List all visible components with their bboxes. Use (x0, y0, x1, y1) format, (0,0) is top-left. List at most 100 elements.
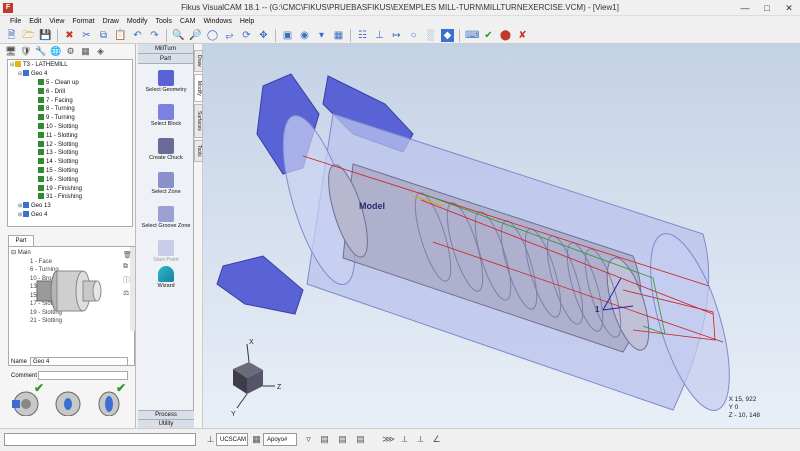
zoom-in-icon[interactable]: 🔍 (172, 29, 185, 42)
layer-icon[interactable]: ☷ (356, 29, 369, 42)
shield-icon[interactable]: 🛡 (20, 46, 31, 57)
utility-section[interactable]: Utility (138, 419, 194, 428)
menu-edit[interactable]: Edit (25, 18, 45, 25)
toolpath-view-3-icon[interactable]: ▤ (354, 433, 367, 446)
globe-icon[interactable]: 🌐 (50, 46, 61, 57)
save-icon[interactable]: 💾 (39, 29, 52, 42)
menu-view[interactable]: View (45, 18, 68, 25)
gear-icon[interactable]: ⚙ (65, 46, 76, 57)
orientation-cube[interactable]: Y Z X (231, 339, 282, 418)
copy-op-icon[interactable]: ⧉ (123, 263, 133, 271)
command-input[interactable] (4, 433, 196, 446)
menu-tools[interactable]: Tools (152, 18, 176, 25)
tree-operation-item[interactable]: 31 - Finishing (38, 193, 82, 201)
tree-operation-item[interactable]: 10 - Slotting (38, 123, 78, 131)
render-icon[interactable]: ◆ (441, 28, 454, 42)
new-file-icon[interactable]: 🗎 (5, 29, 18, 42)
support-select[interactable]: Apoyo# (263, 433, 297, 446)
tree-operation-item[interactable]: 11 - Slotting (38, 131, 78, 140)
tree-operation-item[interactable]: 12 - Slotting (38, 140, 78, 149)
tree-geo[interactable]: ⊟ Geo 4 (18, 70, 47, 78)
pan-icon[interactable]: ✥ (257, 29, 270, 42)
tab-draw[interactable]: Draw (194, 50, 203, 72)
snap-icon[interactable]: ○ (407, 29, 420, 42)
tree-operation-item[interactable]: 15 - Slotting (38, 167, 78, 175)
zoom-window-icon[interactable]: ◯ (206, 29, 219, 42)
operations-tree[interactable]: ⊟ T3 - LATHEMILL ⊟ Geo 4 5 - Clean up 6 - D… (7, 59, 133, 227)
menu-draw[interactable]: Draw (99, 18, 123, 25)
support-icon[interactable]: ▦ (250, 433, 263, 446)
view-front-icon[interactable]: ▣ (281, 29, 294, 42)
snap-angle-icon[interactable]: ∠ (430, 433, 443, 446)
menu-help[interactable]: Help (236, 18, 258, 25)
menu-format[interactable]: Format (68, 18, 98, 25)
start-point-button[interactable]: Start Point (138, 240, 194, 263)
shading-icon[interactable]: ▦ (332, 29, 345, 42)
copy-icon[interactable]: ⧉ (97, 29, 110, 42)
wizard-button[interactable]: Wizard (138, 266, 194, 289)
paste-icon[interactable]: 📋 (114, 29, 127, 42)
tree-operation-item[interactable]: 6 - Drill (38, 87, 65, 96)
cancel-cursor-icon[interactable]: ✘ (516, 29, 529, 42)
grid-icon[interactable]: ░ (424, 29, 437, 42)
maximize-button[interactable]: □ (756, 0, 778, 16)
tab-modify[interactable]: Modify (194, 74, 203, 102)
chip-icon[interactable]: ▦ (80, 46, 91, 57)
drill-tool-preview[interactable] (54, 386, 82, 416)
weight-op-icon[interactable]: ⚖ (123, 289, 133, 297)
toolpath-view-2-icon[interactable]: ▤ (336, 433, 349, 446)
view-iso-icon[interactable]: ◉ (298, 29, 311, 42)
delete-icon[interactable]: ✖ (63, 29, 76, 42)
tree-geo-4-second[interactable]: ⊞ Geo 4 (18, 211, 47, 219)
redo-icon[interactable]: ↷ (148, 29, 161, 42)
close-button[interactable]: ✕ (778, 0, 800, 16)
tree-operation-item[interactable]: 19 - Finishing (38, 184, 82, 193)
tree-operation-item[interactable]: 5 - Clean up (38, 79, 79, 87)
comment-field[interactable] (38, 371, 128, 380)
tree-operation-item[interactable]: 14 - Slotting (38, 158, 78, 166)
open-folder-icon[interactable]: 🗁 (22, 29, 35, 42)
tree-operation-item[interactable]: 16 - Slotting (38, 175, 78, 184)
tab-part[interactable]: Part (8, 235, 34, 246)
tree-operation-item[interactable]: 9 - Turning (38, 114, 75, 122)
select-groove-zone-button[interactable]: Select Groove Zone (138, 206, 194, 229)
tree-operation-item[interactable]: 7 - Facing (38, 96, 73, 105)
toolpath-view-icon[interactable]: ▤ (318, 433, 331, 446)
view-options-icon[interactable]: ▾ (315, 29, 328, 42)
tree-root[interactable]: ⊟ T3 - LATHEMILL (10, 61, 68, 69)
delete-op-icon[interactable]: 🗑 (123, 251, 133, 259)
monitor-icon[interactable]: 🖥 (5, 46, 16, 57)
create-chuck-button[interactable]: Create Chuck (138, 138, 194, 161)
name-field[interactable]: Geo 4 (30, 357, 128, 366)
validate-icon[interactable]: ✔ (482, 29, 495, 42)
snap-end-icon[interactable]: ⋙ (382, 433, 395, 446)
tree-geo-13[interactable]: ⊞ Geo 13 (18, 202, 51, 210)
tool-icon[interactable]: 🔧 (35, 46, 46, 57)
menu-modify[interactable]: Modify (123, 18, 152, 25)
zoom-out-icon[interactable]: 🔎 (189, 29, 202, 42)
palette-icon[interactable]: ◈ (95, 46, 106, 57)
process-section[interactable]: Process (138, 410, 194, 419)
tab-surfaces[interactable]: Surfaces (194, 104, 203, 138)
undo-icon[interactable]: ↶ (131, 29, 144, 42)
rotate-icon[interactable]: ⟳ (240, 29, 253, 42)
select-geometry-button[interactable]: Select Geometry (138, 70, 194, 93)
tree-operation-item[interactable]: 8 - Turning (38, 105, 75, 113)
ucs-icon[interactable]: ⊥ (373, 29, 386, 42)
stop-icon[interactable]: ⬤ (499, 29, 512, 42)
menu-windows[interactable]: Windows (199, 18, 235, 25)
calculator-icon[interactable]: ⌨ (465, 29, 479, 42)
cut-icon[interactable]: ✂ (80, 29, 93, 42)
minimize-button[interactable]: — (734, 0, 756, 16)
tab-tools[interactable]: Tools (194, 140, 203, 162)
snap-perp-icon[interactable]: ⟂ (414, 433, 427, 446)
menu-file[interactable]: File (6, 18, 25, 25)
tree-operation-item[interactable]: 13 - Slotting (38, 149, 78, 157)
filter-icon[interactable]: ▿ (302, 433, 315, 446)
ucs-select[interactable]: UCSCAM (216, 433, 248, 446)
3d-viewport[interactable]: Model 1 Y Z X (203, 44, 800, 428)
zoom-fit-icon[interactable]: ⥂ (223, 29, 236, 42)
menu-cam[interactable]: CAM (176, 18, 200, 25)
info-op-icon[interactable]: ⓘ (123, 275, 133, 285)
select-zone-button[interactable]: Select Zone (138, 172, 194, 195)
